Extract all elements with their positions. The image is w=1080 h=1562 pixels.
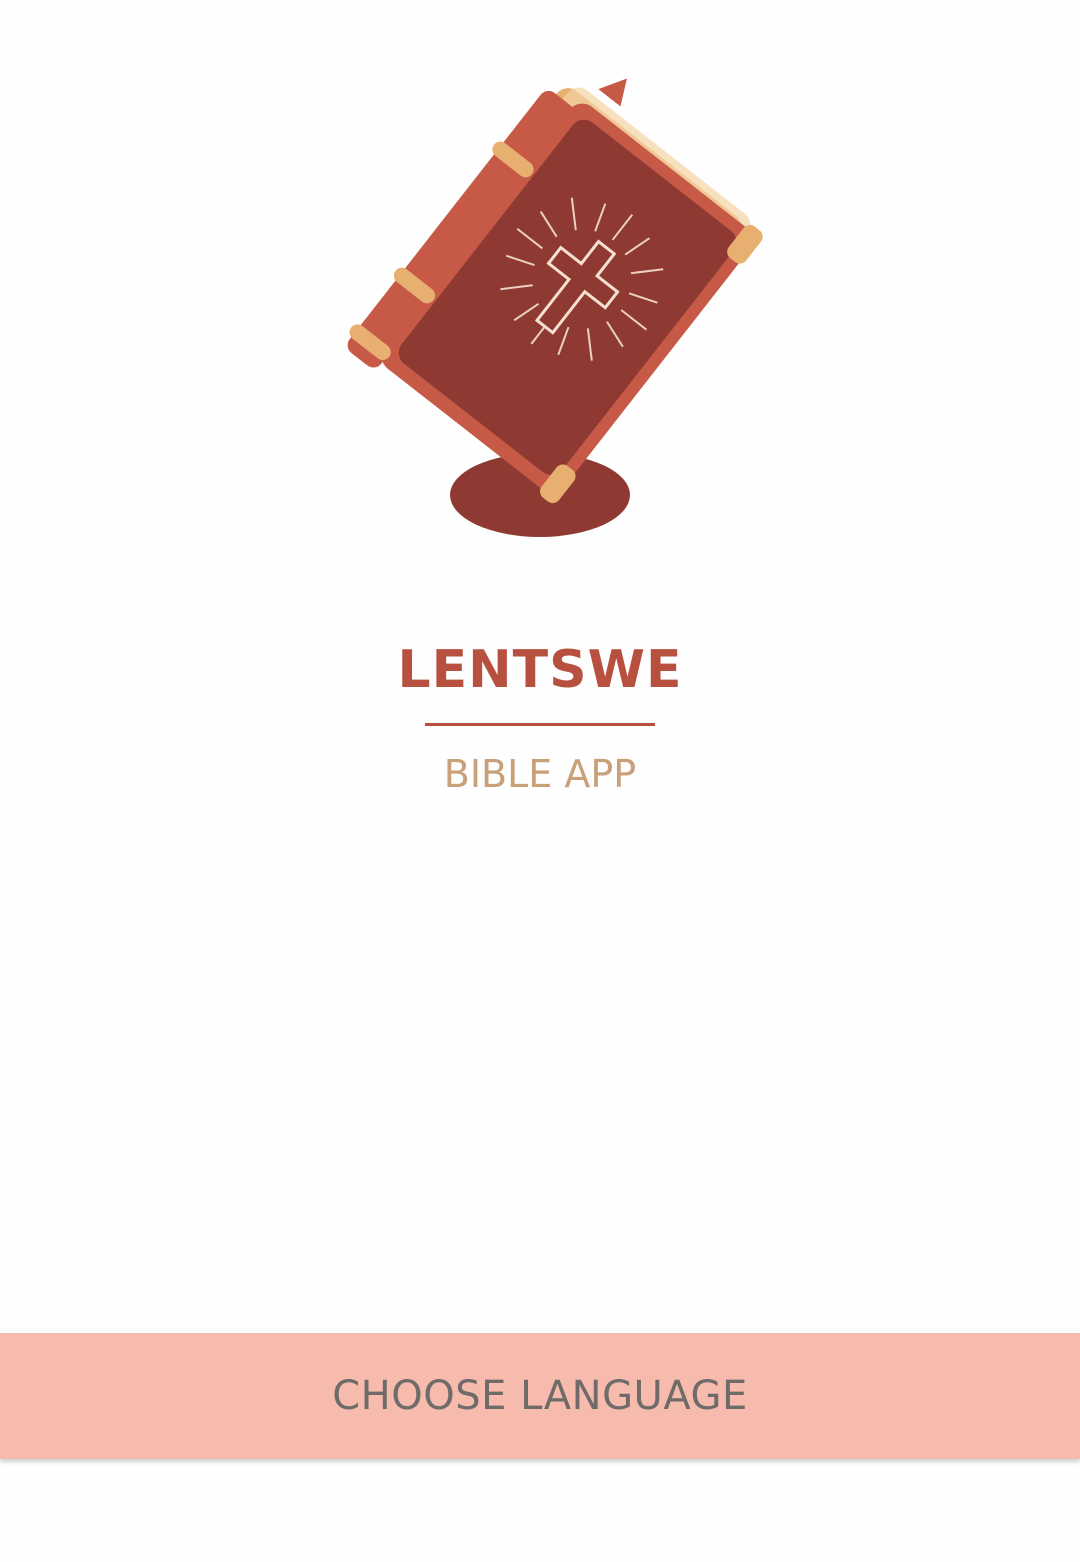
choose-language-button[interactable]: CHOOSE LANGUAGE (0, 1333, 1080, 1459)
title-divider (425, 723, 655, 726)
choose-language-label: CHOOSE LANGUAGE (332, 1373, 748, 1419)
bible-logo (300, 60, 780, 560)
app-name: LENTSWE (397, 640, 683, 700)
bible-icon (347, 78, 763, 537)
app-subtitle: BIBLE APP (443, 752, 637, 796)
